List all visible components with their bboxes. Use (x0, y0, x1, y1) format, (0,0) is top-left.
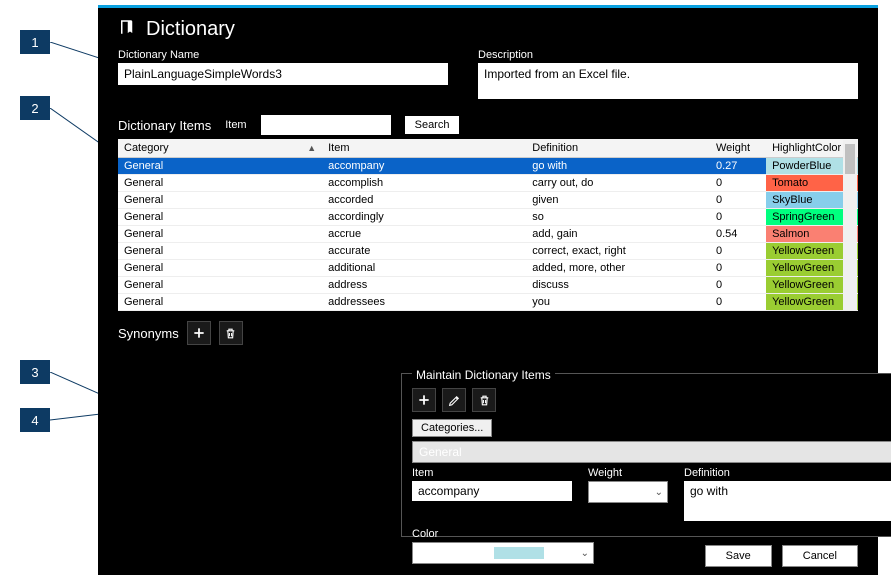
table-row[interactable]: Generalaccomplishcarry out, do0Tomato (118, 175, 858, 192)
highlight-color-cell: YellowGreen (766, 311, 858, 312)
table-scrollbar[interactable] (843, 140, 857, 310)
app-window: Dictionary Dictionary Name Description I… (98, 5, 878, 575)
item-filter-input[interactable] (261, 115, 391, 135)
col-category[interactable]: Category▲ (118, 139, 322, 158)
callout-1: 1 (20, 30, 50, 54)
table-row[interactable]: Generalaccordinglyso0SpringGreen (118, 209, 858, 226)
color-swatch (494, 547, 544, 559)
maintain-weight-label: Weight (588, 467, 668, 479)
maintain-edit-button[interactable] (442, 388, 466, 412)
table-row[interactable]: Generalaccordedgiven0SkyBlue (118, 192, 858, 209)
maintain-color-combo[interactable]: PowderBlue ⌄ (412, 542, 594, 564)
chevron-down-icon: ⌄ (581, 548, 589, 559)
callout-3: 3 (20, 360, 50, 384)
maintain-color-label: Color (412, 528, 594, 540)
table-row[interactable]: Generalaccrueadd, gain0.54Salmon (118, 226, 858, 243)
table-row[interactable]: Generaladdresseesyou0YellowGreen (118, 294, 858, 311)
description-label: Description (478, 49, 858, 61)
dictionary-name-input[interactable] (118, 63, 448, 85)
search-button[interactable]: Search (405, 116, 460, 134)
table-row[interactable]: Generaladditionaladded, more, other0Yell… (118, 260, 858, 277)
dictionary-icon (118, 18, 136, 41)
maintain-item-label: Item (412, 467, 572, 479)
maintain-definition-input[interactable]: go with (684, 481, 891, 521)
item-filter-label: Item (225, 119, 246, 131)
category-combo[interactable]: General ⌄ (412, 441, 891, 463)
maintain-items-heading: Maintain Dictionary Items (412, 368, 555, 382)
synonyms-heading: Synonyms (118, 326, 179, 341)
save-button[interactable]: Save (705, 545, 772, 567)
sort-asc-icon: ▲ (307, 143, 316, 153)
page-title: Dictionary (146, 18, 235, 41)
maintain-definition-label: Definition (684, 467, 891, 479)
cancel-button[interactable]: Cancel (782, 545, 858, 567)
col-item[interactable]: Item (322, 139, 526, 158)
callout-2: 2 (20, 96, 50, 120)
maintain-weight-combo[interactable]: 0.27 ⌄ (588, 481, 668, 503)
categories-button[interactable]: Categories... (412, 419, 492, 437)
dictionary-items-heading: Dictionary Items (118, 118, 211, 133)
col-definition[interactable]: Definition (526, 139, 710, 158)
maintain-delete-button[interactable] (472, 388, 496, 412)
synonym-add-button[interactable] (187, 321, 211, 345)
table-row[interactable]: Generaladdressdiscuss0YellowGreen (118, 277, 858, 294)
col-weight[interactable]: Weight (710, 139, 766, 158)
callout-4: 4 (20, 408, 50, 432)
description-input[interactable]: Imported from an Excel file. (478, 63, 858, 99)
maintain-add-button[interactable] (412, 388, 436, 412)
table-row[interactable]: Generalaccompanygo with0.27PowderBlue (118, 158, 858, 175)
table-header-row: Category▲ Item Definition Weight Highlig… (118, 139, 858, 158)
maintain-items-panel: Maintain Dictionary Items Categories... … (401, 373, 891, 537)
chevron-down-icon: ⌄ (655, 487, 663, 498)
dictionary-items-table: Category▲ Item Definition Weight Highlig… (118, 139, 858, 311)
maintain-item-input[interactable] (412, 481, 572, 501)
table-row[interactable]: Generalaccuratecorrect, exact, right0Yel… (118, 243, 858, 260)
synonym-delete-button[interactable] (219, 321, 243, 345)
dictionary-name-label: Dictionary Name (118, 49, 448, 61)
table-row[interactable]: Generaladdressees are requested(omit), p… (118, 311, 858, 312)
